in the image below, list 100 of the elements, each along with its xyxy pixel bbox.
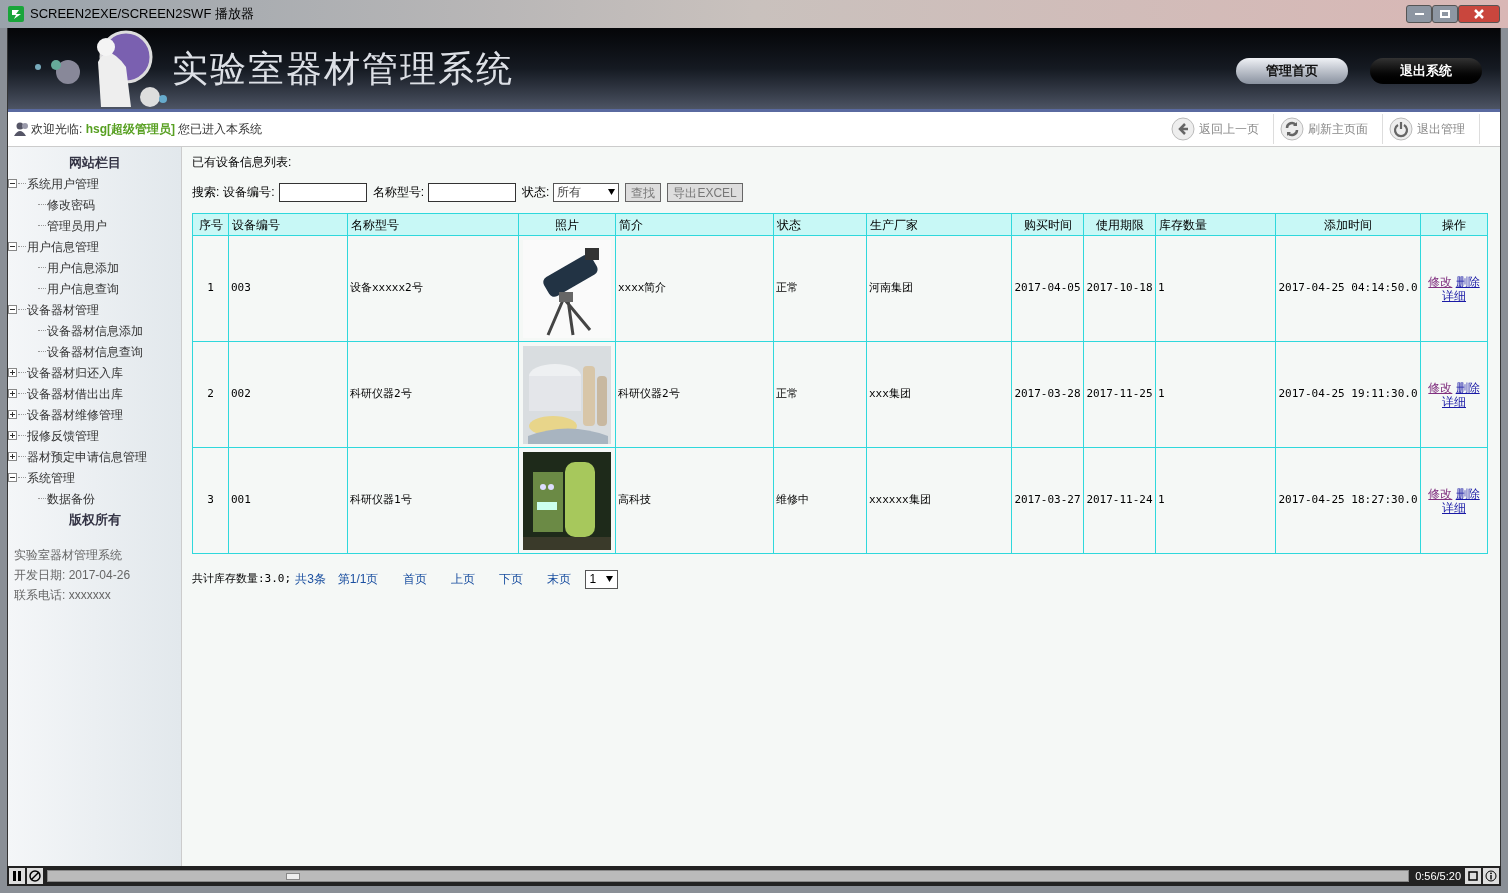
minimize-icon — [1414, 13, 1424, 15]
collapse-icon[interactable] — [8, 473, 17, 482]
action-link[interactable]: 删除 — [1455, 486, 1480, 501]
action-link[interactable]: 修改 — [1428, 380, 1453, 395]
input-field[interactable] — [428, 182, 517, 202]
power-icon — [1389, 117, 1413, 141]
sidebar-subitem[interactable]: 修改密码 — [47, 195, 95, 214]
table-cell: 2017-04-25 19:11:30.0 — [1275, 341, 1421, 448]
progress-track[interactable] — [47, 870, 1410, 882]
column-header: 简介 — [615, 213, 774, 236]
sidebar-subitem[interactable]: 数据备份 — [47, 489, 95, 508]
progress-handle[interactable] — [285, 873, 300, 880]
sidebar-item[interactable]: 设备器材管理 — [27, 300, 99, 319]
sidebar-item[interactable]: 器材预定申请信息管理 — [27, 447, 147, 466]
input-field[interactable] — [278, 182, 367, 202]
dropdown-arrow-icon — [608, 189, 616, 195]
pause-button[interactable] — [9, 868, 25, 884]
maximize-button[interactable] — [1432, 5, 1458, 23]
sidebar-subitem[interactable]: 设备器材信息查询 — [47, 342, 143, 361]
header-button[interactable]: 管理首页 — [1236, 58, 1348, 84]
collapse-icon[interactable] — [8, 179, 17, 188]
collapse-icon[interactable] — [8, 242, 17, 251]
sidebar-subitem[interactable]: 管理员用户 — [47, 216, 107, 235]
toolbar-link[interactable]: 返回上一页 — [1165, 114, 1274, 144]
header-button[interactable]: 退出系统 — [1370, 58, 1482, 84]
status-dropdown[interactable]: 所有 — [553, 182, 620, 202]
sidebar-item[interactable]: 报修反馈管理 — [27, 426, 99, 445]
field-label: 设备编号: — [223, 184, 275, 201]
action-link[interactable]: 详细 — [1442, 500, 1466, 515]
table-cell: 2 — [192, 341, 229, 448]
expand-icon[interactable] — [8, 410, 17, 419]
table-cell: 1 — [1155, 341, 1276, 448]
expand-icon[interactable] — [8, 431, 17, 440]
pager-link[interactable]: 上页 — [450, 570, 475, 588]
action-link[interactable]: 修改 — [1428, 274, 1453, 289]
expand-icon[interactable] — [8, 368, 17, 377]
close-icon — [1474, 9, 1484, 19]
table-cell: 设备xxxxx2号 — [347, 235, 519, 342]
search-button[interactable]: 查找 — [625, 182, 662, 202]
table-cell: 科研仪器2号 — [347, 341, 519, 448]
sidebar-subitem[interactable]: 用户信息添加 — [47, 258, 119, 277]
table-cell: 1 — [1155, 235, 1276, 342]
table-cell: 3 — [192, 447, 229, 554]
info-button[interactable] — [1483, 868, 1499, 884]
close-button[interactable] — [1458, 5, 1500, 23]
table-cell: 维修中 — [773, 447, 867, 554]
table-cell: 2017-03-27 — [1011, 447, 1084, 554]
table-cell: 001 — [228, 447, 348, 554]
table-cell: 2017-04-25 18:27:30.0 — [1275, 447, 1421, 554]
minimize-button[interactable] — [1406, 5, 1432, 23]
toolbar-link[interactable]: 退出管理 — [1383, 114, 1480, 144]
table-cell: 2017-04-25 04:14:50.0 — [1275, 235, 1421, 342]
pager-link[interactable]: 下页 — [498, 570, 523, 588]
field-label: 状态: — [522, 184, 550, 201]
sidebar-subitem[interactable]: 用户信息查询 — [47, 279, 119, 298]
action-link[interactable]: 修改 — [1428, 486, 1453, 501]
action-link[interactable]: 删除 — [1455, 380, 1480, 395]
action-link[interactable]: 详细 — [1442, 394, 1466, 409]
sidebar-item[interactable]: 设备器材归还入库 — [27, 363, 123, 382]
sidebar-item[interactable]: 设备器材借出出库 — [27, 384, 123, 403]
fullscreen-icon — [1467, 870, 1479, 882]
stop-button[interactable] — [27, 868, 43, 884]
user-icon — [14, 122, 30, 136]
table-cell: 2017-04-05 — [1011, 235, 1084, 342]
column-header: 使用期限 — [1083, 213, 1156, 236]
sidebar-item[interactable]: 设备器材维修管理 — [27, 405, 123, 424]
info-text: 开发日期: 2017-04-26 — [13, 567, 132, 584]
sidebar-item[interactable]: 系统用户管理 — [27, 174, 99, 193]
action-link[interactable]: 删除 — [1455, 274, 1480, 289]
info-text: 实验室器材管理系统 — [13, 547, 123, 564]
page-dropdown[interactable]: 1 — [584, 569, 618, 589]
collapse-icon[interactable] — [8, 305, 17, 314]
toolbar-link[interactable]: 刷新主页面 — [1274, 114, 1383, 144]
action-link[interactable]: 详细 — [1442, 288, 1466, 303]
table-cell: 2017-11-25 — [1083, 341, 1156, 448]
expand-icon[interactable] — [8, 389, 17, 398]
info-icon — [1485, 870, 1497, 882]
column-header: 照片 — [518, 213, 616, 236]
table-cell: xxxxxx集团 — [866, 447, 1012, 554]
table-cell: xxxx简介 — [615, 235, 774, 342]
window-title: SCREEN2EXE/SCREEN2SWF 播放器 — [30, 5, 254, 24]
table-cell: 2017-10-18 — [1083, 235, 1156, 342]
table-cell: 003 — [228, 235, 348, 342]
sidebar-item[interactable]: 用户信息管理 — [27, 237, 99, 256]
column-header: 生产厂家 — [866, 213, 1012, 236]
pager-link[interactable]: 第1/1页 — [337, 570, 379, 588]
expand-icon[interactable] — [8, 452, 17, 461]
table-cell: 2017-03-28 — [1011, 341, 1084, 448]
pager-link[interactable]: 共3条 — [295, 570, 326, 588]
welcome-text: 欢迎光临: hsg[超级管理员] 您已进入本系统 — [31, 121, 263, 138]
pager-link[interactable]: 首页 — [402, 570, 427, 588]
field-label: 名称型号: — [372, 184, 425, 201]
total-text: 共计库存数量:3.0; — [192, 570, 292, 587]
app-icon — [8, 6, 24, 22]
pager-link[interactable]: 末页 — [546, 570, 571, 588]
fullscreen-button[interactable] — [1465, 868, 1481, 884]
sidebar-item[interactable]: 系统管理 — [27, 468, 75, 487]
sidebar-subitem[interactable]: 设备器材信息添加 — [47, 321, 143, 340]
table-cell: 河南集团 — [866, 235, 1012, 342]
column-header: 状态 — [773, 213, 867, 236]
